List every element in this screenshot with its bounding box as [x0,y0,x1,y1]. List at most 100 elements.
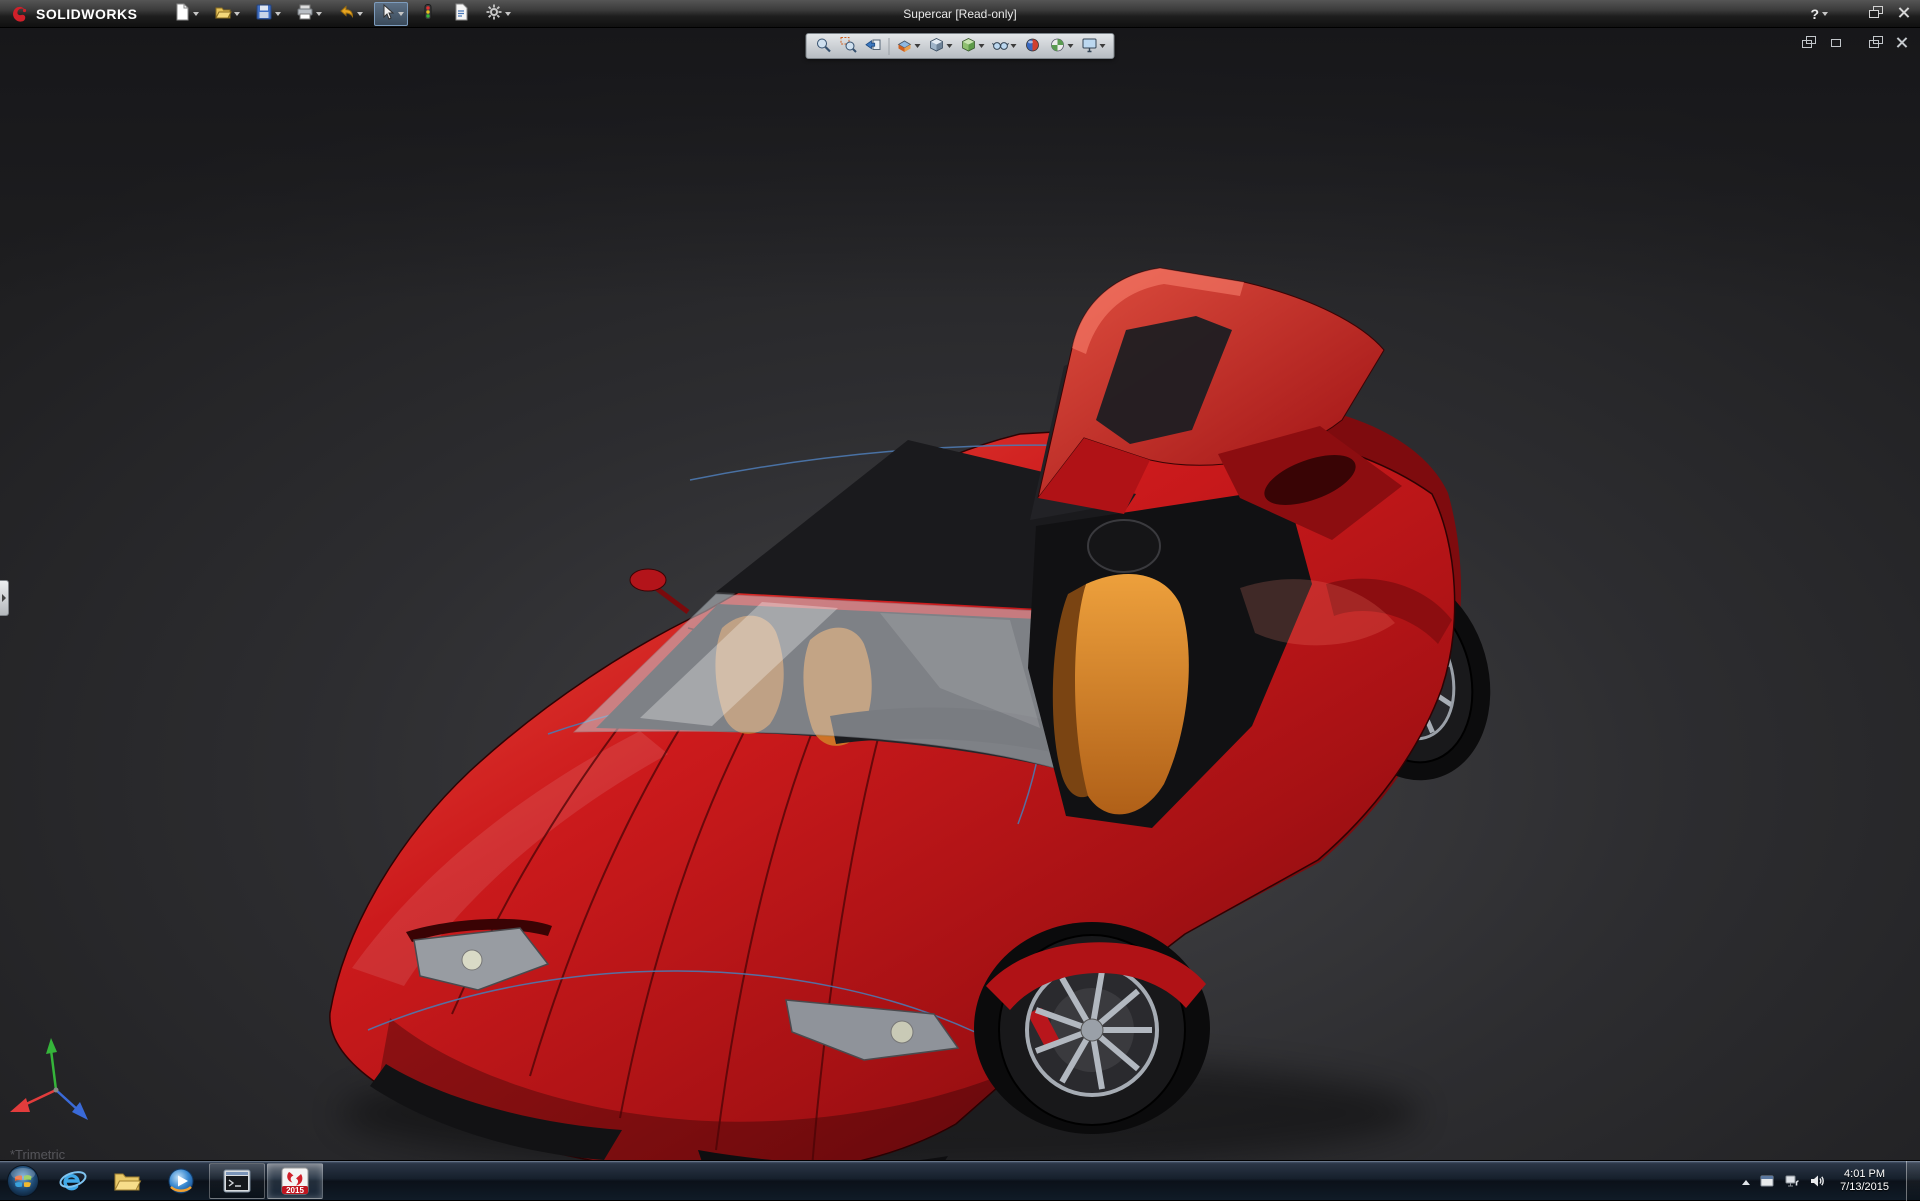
tray-show-hidden-button[interactable] [1742,1173,1750,1188]
rebuild-icon [419,3,437,24]
close-icon [1898,6,1910,18]
show-desktop-button[interactable] [1906,1161,1920,1201]
start-button[interactable] [0,1161,46,1201]
viewport[interactable]: *Trimetric [0,28,1920,1160]
cascade-windows-icon [1802,36,1816,48]
dropdown-caret-icon [1011,44,1017,48]
console-window-icon [223,1168,251,1194]
window-title: Supercar [Read-only] [903,7,1016,21]
edit-appearance-button[interactable] [1021,35,1045,57]
display-style-icon [960,36,978,57]
dropdown-caret-icon [1100,44,1106,48]
collapse-arrow-icon [2,594,6,602]
restore-icon [1869,6,1883,18]
apply-scene-icon [1049,36,1067,57]
document-cascade-button[interactable] [1802,36,1816,51]
tray-volume-icon[interactable] [1809,1173,1825,1189]
zoom-to-fit-button[interactable] [812,35,836,57]
taskbar-console-app[interactable] [209,1163,265,1199]
dropdown-caret-icon [398,12,404,16]
car-model[interactable] [0,28,1920,1160]
view-orientation-button[interactable] [925,35,956,57]
hide-show-items-button[interactable] [989,35,1020,57]
undo-icon [337,3,355,24]
print-icon [296,3,314,24]
edit-appearance-icon [1024,36,1042,57]
previous-view-button[interactable] [862,35,886,57]
display-style-button[interactable] [957,35,988,57]
new-document-button[interactable] [169,2,203,26]
solidworks-logo: SOLIDWORKS [10,4,137,24]
apply-scene-button[interactable] [1046,35,1077,57]
window-controls [1854,6,1910,21]
zoom-to-area-icon [840,36,858,57]
restore-button[interactable] [1869,6,1883,21]
previous-view-icon [865,36,883,57]
chevron-up-icon [1742,1180,1750,1185]
solidworks-logo-icon [10,4,30,24]
view-settings-icon [1081,36,1099,57]
windows-logo-icon [6,1164,40,1198]
title-bar: SOLIDWORKS [0,0,1920,28]
dropdown-caret-icon [234,12,240,16]
close-button[interactable] [1898,6,1910,21]
solidworks-app-icon [281,1167,309,1195]
panel-collapse-tab[interactable] [0,580,9,616]
rebuild-button[interactable] [415,2,441,26]
undo-button[interactable] [333,2,367,26]
section-view-button[interactable] [893,35,924,57]
view-settings-button[interactable] [1078,35,1109,57]
open-icon [214,3,232,24]
tray-network-icon[interactable] [1784,1173,1800,1189]
document-close-button[interactable] [1896,36,1908,51]
brand-text: SOLIDWORKS [36,6,137,22]
open-button[interactable] [210,2,244,26]
taskbar-solidworks[interactable]: 2015 [267,1163,323,1199]
document-restore-icon [1869,36,1883,48]
taskbar: 2015 4:01 PM 7/13/2015 [0,1160,1920,1200]
document-restore-button[interactable] [1869,36,1883,51]
print-button[interactable] [292,2,326,26]
toolbar-separator [889,38,890,55]
dropdown-caret-icon [193,12,199,16]
taskbar-items: 2015 [46,1161,324,1201]
zoom-to-area-button[interactable] [837,35,861,57]
file-properties-icon [452,3,470,24]
clock-date: 7/13/2015 [1840,1181,1889,1194]
dropdown-caret-icon [915,44,921,48]
folder-icon [112,1166,142,1196]
dropdown-caret-icon [979,44,985,48]
help-button[interactable]: ? [1810,6,1828,22]
options-button[interactable] [481,2,515,26]
select-button[interactable] [374,2,408,26]
hide-show-items-icon [992,36,1010,57]
save-button[interactable] [251,2,285,26]
orientation-triad[interactable] [6,1030,106,1140]
dropdown-caret-icon [1068,44,1074,48]
document-close-icon [1896,36,1908,48]
title-bar-right: ? [1810,6,1910,22]
new-window-icon [1829,36,1843,48]
section-view-icon [896,36,914,57]
dropdown-caret-icon [505,12,511,16]
document-new-window-button[interactable] [1829,36,1843,51]
dropdown-caret-icon [1822,12,1828,16]
options-gear-icon [485,3,503,24]
file-properties-button[interactable] [448,2,474,26]
media-player-icon [166,1166,196,1196]
save-icon [255,3,273,24]
tray-app-icon[interactable] [1759,1173,1775,1189]
taskbar-clock[interactable]: 4:01 PM 7/13/2015 [1840,1168,1889,1194]
dropdown-caret-icon [357,12,363,16]
new-document-icon [173,3,191,24]
taskbar-media-player[interactable] [154,1161,208,1201]
dropdown-caret-icon [316,12,322,16]
view-orientation-label: *Trimetric [10,1147,65,1160]
taskbar-windows-explorer[interactable] [100,1161,154,1201]
internet-explorer-icon [58,1166,88,1196]
dropdown-caret-icon [275,12,281,16]
select-cursor-icon [378,3,396,24]
document-window-controls [1802,36,1908,51]
taskbar-internet-explorer[interactable] [46,1161,100,1201]
dropdown-caret-icon [947,44,953,48]
